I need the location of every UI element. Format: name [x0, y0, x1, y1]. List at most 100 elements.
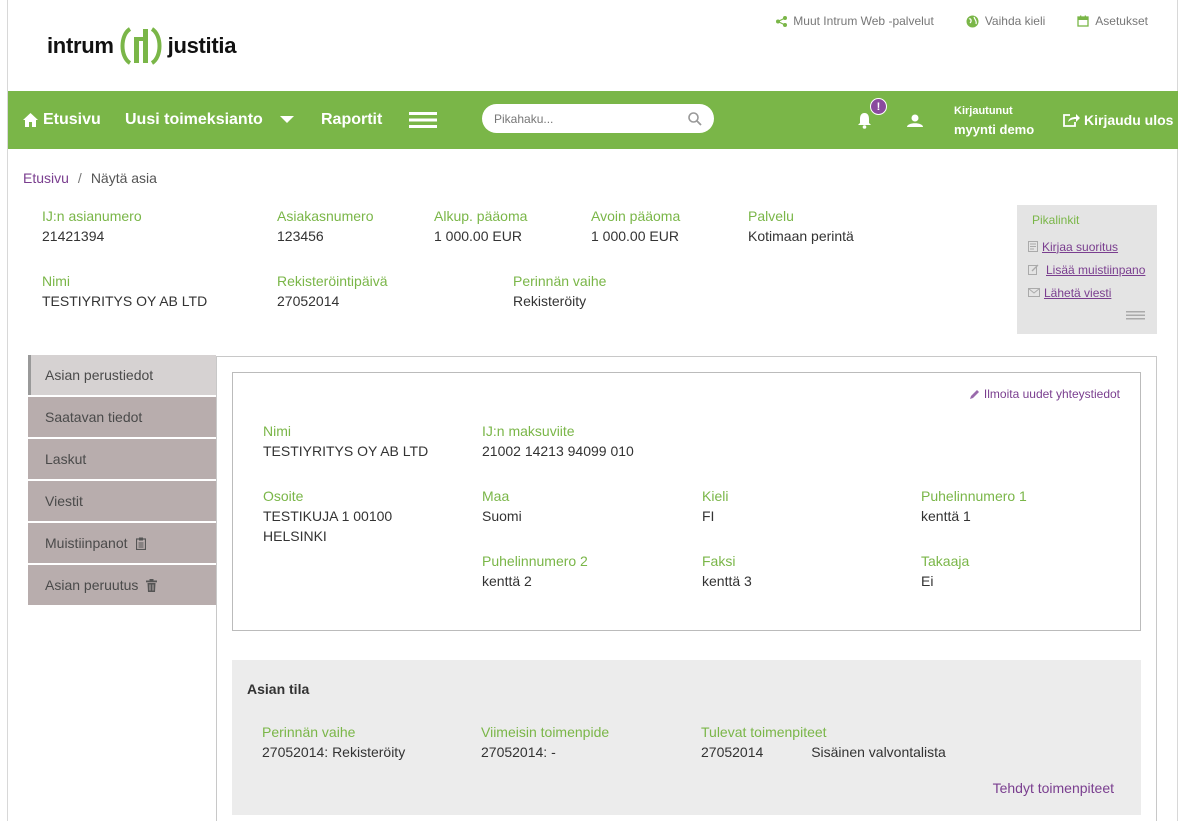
- field-value: Kotimaan perintä: [748, 228, 854, 244]
- field-label: Perinnän vaihe: [513, 273, 607, 289]
- quick-search: [482, 104, 714, 133]
- user-profile-button[interactable]: [906, 91, 924, 149]
- tab-receivable-info[interactable]: Saatavan tiedot: [28, 397, 216, 437]
- field-value: 1 000.00 EUR: [591, 228, 679, 244]
- field-value: TESTIKUJA 1 00100: [263, 508, 393, 524]
- field-value: 27052014: [277, 293, 340, 309]
- tab-label: Laskut: [45, 451, 87, 467]
- tab-messages[interactable]: Viestit: [28, 481, 216, 521]
- status-collection-phase: Perinnän vaihe 27052014: Rekisteröity: [262, 723, 405, 762]
- detail-payment-reference: IJ:n maksuviite 21002 14213 94099 010: [482, 422, 634, 461]
- nav-new-assignment-label: Uusi toimeksianto: [125, 111, 263, 128]
- field-label: Avoin pääoma: [591, 208, 681, 224]
- quick-link-add-note[interactable]: Lisää muistiinpano: [1028, 258, 1157, 281]
- contact-details-card: Ilmoita uudet yhteystiedot Nimi TESTIYRI…: [232, 372, 1141, 631]
- status-upcoming-actions: Tulevat toimenpiteet 27052014 Sisäinen v…: [701, 723, 946, 762]
- logo-word-left: intrum: [47, 33, 114, 58]
- notification-badge: !: [870, 98, 887, 115]
- calendar-icon: [1077, 15, 1089, 27]
- field-value: FI: [702, 508, 715, 524]
- field-label: Osoite: [263, 488, 304, 504]
- summary-original-principal: Alkup. pääoma 1 000.00 EUR: [434, 207, 527, 246]
- detail-phone-1: Puhelinnumero 1 kenttä 1: [921, 487, 1027, 526]
- clipboard-icon: [135, 537, 146, 550]
- field-label: Nimi: [263, 423, 291, 439]
- field-value: TESTIYRITYS OY AB LTD: [42, 293, 208, 309]
- completed-actions-link[interactable]: Tehdyt toimenpiteet: [993, 780, 1114, 796]
- field-label: Puhelinnumero 1: [921, 488, 1027, 504]
- logout-label: Kirjaudu ulos: [1084, 112, 1174, 128]
- status-last-action: Viimeisin toimenpide 27052014: -: [481, 723, 609, 762]
- tab-label: Asian perustiedot: [45, 367, 154, 383]
- breadcrumb-home[interactable]: Etusivu: [23, 170, 69, 186]
- quick-link-label: Lisää muistiinpano: [1046, 262, 1146, 277]
- nav-reports[interactable]: Raportit: [321, 91, 382, 149]
- field-value: HELSINKI: [263, 528, 327, 544]
- field-value: kenttä 2: [482, 573, 532, 589]
- field-value: 27052014 Sisäinen valvontalista: [701, 742, 946, 762]
- tab-invoices[interactable]: Laskut: [28, 439, 216, 479]
- field-label: Viimeisin toimenpide: [481, 724, 610, 740]
- logout-button[interactable]: Kirjaudu ulos: [1062, 91, 1173, 149]
- logged-in-label: Kirjautunut: [954, 104, 1013, 117]
- hamburger-icon: [409, 112, 437, 128]
- tab-notes[interactable]: Muistiinpanot: [28, 523, 216, 563]
- other-services-link[interactable]: Muut Intrum Web -palvelut: [776, 14, 934, 28]
- nav-menu-button[interactable]: [409, 91, 437, 149]
- field-label: Perinnän vaihe: [262, 724, 356, 740]
- nav-home[interactable]: Etusivu: [23, 91, 101, 149]
- settings-link[interactable]: Asetukset: [1077, 14, 1148, 28]
- share-icon: [776, 15, 788, 27]
- field-value: Rekisteröity: [513, 293, 587, 309]
- logged-in-info: Kirjautunut myynti demo: [954, 91, 1034, 149]
- globe-icon: [966, 15, 979, 27]
- settings-label: Asetukset: [1095, 14, 1148, 28]
- case-status-section: Asian tila Perinnän vaihe 27052014: Reki…: [232, 660, 1141, 815]
- detail-name: Nimi TESTIYRITYS OY AB LTD: [263, 422, 428, 461]
- envelope-icon: [1028, 288, 1040, 297]
- quick-link-record-payment[interactable]: Kirjaa suoritus: [1028, 235, 1157, 258]
- search-input[interactable]: [494, 111, 679, 126]
- detail-guarantor: Takaaja Ei: [921, 552, 969, 591]
- caret-down-icon: [279, 116, 294, 123]
- report-new-contact-link[interactable]: Ilmoita uudet yhteystiedot: [969, 387, 1120, 401]
- notifications-button[interactable]: [856, 91, 873, 149]
- tab-cancel-case[interactable]: Asian peruutus: [28, 565, 216, 605]
- quick-link-send-message[interactable]: Lähetä viesti: [1028, 281, 1157, 304]
- breadcrumb-current: Näytä asia: [90, 170, 157, 186]
- intrum-justitia-logo[interactable]: intrum justitia: [47, 25, 236, 67]
- logout-icon: [1063, 113, 1080, 127]
- upcoming-action: Sisäinen valvontalista: [811, 744, 946, 760]
- field-label: Rekisteröintipäivä: [277, 273, 388, 289]
- nav-new-assignment[interactable]: Uusi toimeksianto: [125, 91, 294, 149]
- nav-reports-label: Raportit: [321, 111, 383, 128]
- change-language-label: Vaihda kieli: [984, 14, 1046, 28]
- other-services-label: Muut Intrum Web -palvelut: [793, 14, 934, 28]
- upcoming-date: 27052014: [701, 744, 764, 760]
- tab-label: Saatavan tiedot: [45, 409, 143, 425]
- summary-name: Nimi TESTIYRITYS OY AB LTD: [42, 272, 207, 311]
- detail-country: Maa Suomi: [482, 487, 522, 526]
- field-label: Takaaja: [921, 553, 970, 569]
- quick-links-title: Pikalinkit: [1032, 213, 1080, 227]
- detail-fax: Faksi kenttä 3: [702, 552, 752, 591]
- tab-basic-info[interactable]: Asian perustiedot: [28, 355, 216, 395]
- summary-collection-phase: Perinnän vaihe Rekisteröity: [513, 272, 606, 311]
- quick-link-label: Kirjaa suoritus: [1042, 239, 1119, 254]
- field-label: IJ:n asianumero: [42, 208, 142, 224]
- field-value: TESTIYRITYS OY AB LTD: [263, 443, 429, 459]
- field-label: Asiakasnumero: [277, 208, 374, 224]
- field-value: 123456: [277, 228, 324, 244]
- tab-label: Asian peruutus: [45, 577, 139, 593]
- search-icon[interactable]: [688, 111, 702, 126]
- field-value: kenttä 3: [702, 573, 752, 589]
- field-label: Maa: [482, 488, 510, 504]
- panel-menu-icon[interactable]: [1126, 311, 1145, 320]
- summary-customer-number: Asiakasnumero 123456: [277, 207, 374, 246]
- main-nav: Etusivu Uusi toimeksianto Raportit ! Kir…: [8, 91, 1178, 149]
- field-label: Kieli: [702, 488, 729, 504]
- quick-links-panel: Pikalinkit Kirjaa suoritus Lisää muistii…: [1017, 205, 1157, 334]
- user-name: myynti demo: [954, 121, 1035, 137]
- summary-case-number: IJ:n asianumero 21421394: [42, 207, 142, 246]
- change-language-link[interactable]: Vaihda kieli: [966, 14, 1045, 28]
